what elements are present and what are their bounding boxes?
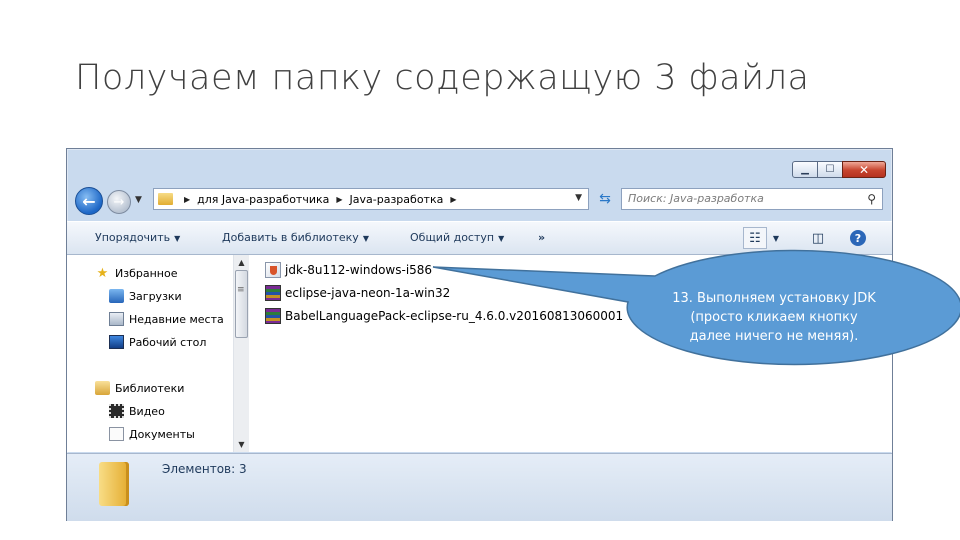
back-button[interactable]: ← [75, 187, 103, 215]
search-input[interactable]: Поиск: Java-разработка ⚲ [621, 188, 883, 210]
chevron-down-icon: ▼ [772, 233, 780, 243]
file-list: jdk-8u112-windows-i586 eclipse-java-neon… [265, 255, 885, 452]
navigation-bar: ← → ▼ ▶ для Java-разработчика ▶ Java-раз… [75, 186, 885, 216]
java-installer-icon [265, 262, 281, 278]
search-placeholder: Поиск: Java-разработка [628, 192, 764, 205]
view-dropdown[interactable]: ▼ [767, 227, 785, 249]
chevron-down-icon: ▼ [174, 234, 181, 243]
chevron-down-icon: ▼ [362, 234, 369, 243]
breadcrumb-segment[interactable]: Java-разработка [350, 193, 444, 206]
more-commands-button[interactable]: » [538, 231, 545, 244]
nav-label: Избранное [115, 266, 178, 280]
command-toolbar: Упорядочить ▼ Добавить в библиотеку ▼ Общи… [67, 221, 892, 255]
chevron-right-icon[interactable]: ▶ [450, 195, 456, 204]
nav-label: Библиотеки [115, 381, 185, 395]
view-list-icon: ☷ [749, 230, 761, 246]
star-icon: ★ [96, 265, 109, 281]
scroll-up-icon[interactable]: ▲ [234, 255, 249, 270]
scroll-grip-icon: ≡ [237, 285, 245, 295]
nav-item-desktop[interactable]: Рабочий стол [109, 335, 206, 349]
nav-item-recent[interactable]: Недавние места [109, 312, 224, 326]
recent-pages-dropdown[interactable]: ▼ [135, 195, 142, 205]
arrow-right-icon: → [113, 194, 125, 210]
maximize-button[interactable]: ☐ [817, 161, 843, 178]
organize-button[interactable]: Упорядочить ▼ [95, 231, 180, 244]
details-pane: Элементов: 3 [67, 453, 892, 521]
callout-line: 13. Выполняем установку JDK [672, 291, 876, 306]
file-name: BabelLanguagePack-eclipse-ru_4.6.0.v2016… [285, 309, 624, 323]
nav-label: Документы [129, 427, 195, 441]
nav-item-favorites[interactable]: ★ Избранное [95, 265, 178, 281]
preview-pane-icon: ◫ [811, 230, 825, 246]
file-name: eclipse-java-neon-1a-win32 [285, 286, 451, 300]
nav-item-libraries[interactable]: Библиотеки [95, 381, 184, 395]
add-to-library-label: Добавить в библиотеку [222, 231, 359, 244]
callout-line: (просто кликаем кнопку [690, 310, 858, 325]
video-icon [109, 404, 124, 418]
rar-archive-icon [265, 285, 281, 301]
folder-icon [158, 193, 173, 205]
file-item-jdk[interactable]: jdk-8u112-windows-i586 [265, 260, 432, 280]
arrow-left-icon: ← [82, 191, 96, 211]
nav-label: Загрузки [129, 289, 182, 303]
slide-title: Получаем папку содержащую 3 файла [75, 58, 810, 98]
scroll-thumb[interactable] [235, 270, 248, 338]
minimize-button[interactable]: ▁ [792, 161, 818, 178]
refresh-icon: ⇆ [599, 191, 611, 207]
nav-item-documents[interactable]: Документы [109, 427, 195, 441]
item-count: Элементов: 3 [162, 462, 247, 476]
chevron-down-icon: ▼ [498, 234, 505, 243]
window-controls: ▁ ☐ ✕ [792, 161, 886, 178]
help-icon: ? [850, 230, 866, 246]
forward-button[interactable]: → [107, 190, 131, 214]
nav-item-video[interactable]: Видео [109, 404, 165, 418]
close-button[interactable]: ✕ [842, 161, 886, 178]
nav-label: Недавние места [129, 312, 224, 326]
callout-text: 13. Выполняем установку JDK (просто клик… [636, 289, 912, 346]
address-dropdown-icon[interactable]: ▼ [575, 193, 582, 203]
chevron-right-icon[interactable]: ▶ [184, 195, 190, 204]
navigation-pane: ★ Избранное Загрузки Недавние места Рабоч… [67, 255, 234, 452]
share-label: Общий доступ [410, 231, 495, 244]
downloads-icon [109, 289, 124, 303]
breadcrumb-segment[interactable]: для Java-разработчика [197, 193, 329, 206]
file-item-babel[interactable]: BabelLanguagePack-eclipse-ru_4.6.0.v2016… [265, 306, 623, 326]
nav-scrollbar[interactable]: ▲ ≡ ▼ [233, 255, 249, 452]
libraries-icon [95, 381, 110, 395]
view-options-button[interactable]: ☷ [743, 227, 767, 249]
desktop-icon [109, 335, 124, 349]
folder-icon [99, 462, 129, 506]
search-icon[interactable]: ⚲ [867, 192, 876, 206]
callout-line: далее ничего не меняя). [689, 329, 859, 344]
recent-places-icon [109, 312, 124, 326]
refresh-button[interactable]: ⇆ [593, 188, 617, 210]
nav-item-downloads[interactable]: Загрузки [109, 289, 182, 303]
help-button[interactable]: ? [847, 227, 869, 249]
preview-pane-button[interactable]: ◫ [807, 227, 829, 249]
organize-label: Упорядочить [95, 231, 171, 244]
nav-label: Видео [129, 404, 165, 418]
file-item-eclipse[interactable]: eclipse-java-neon-1a-win32 [265, 283, 450, 303]
documents-icon [109, 427, 124, 441]
file-name: jdk-8u112-windows-i586 [285, 263, 433, 277]
rar-archive-icon [265, 308, 281, 324]
scroll-down-icon[interactable]: ▼ [234, 437, 249, 452]
address-bar[interactable]: ▶ для Java-разработчика ▶ Java-разработк… [153, 188, 589, 210]
content-area: ★ Избранное Загрузки Недавние места Рабоч… [67, 255, 892, 452]
chevron-right-icon[interactable]: ▶ [336, 195, 342, 204]
nav-label: Рабочий стол [129, 335, 207, 349]
share-button[interactable]: Общий доступ ▼ [410, 231, 504, 244]
add-to-library-button[interactable]: Добавить в библиотеку ▼ [222, 231, 369, 244]
